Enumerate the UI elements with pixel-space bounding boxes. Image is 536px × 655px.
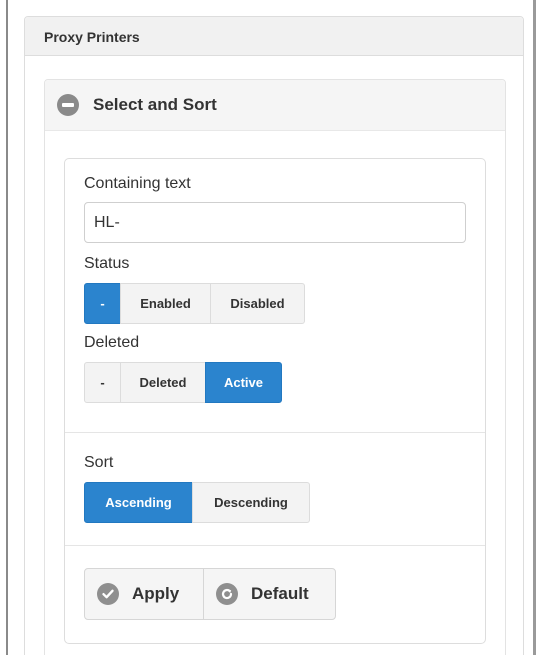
select-sort-accordion: Select and Sort Containing text Status -… [44, 79, 506, 655]
window-left-edge [0, 0, 8, 655]
actions-section: Apply Default [65, 546, 485, 620]
proxy-printers-panel: Proxy Printers Select and Sort Containin… [24, 16, 524, 655]
containing-text-label: Containing text [84, 175, 191, 192]
sort-descending-button[interactable]: Descending [192, 482, 310, 523]
apply-label: Apply [132, 584, 180, 603]
status-label: Status [84, 255, 130, 272]
check-circle-icon [97, 583, 119, 605]
deleted-deleted-button[interactable]: Deleted [120, 362, 206, 403]
status-any-button[interactable]: - [84, 283, 121, 324]
refresh-circle-icon [216, 583, 238, 605]
deleted-any-button[interactable]: - [84, 362, 121, 403]
filter-sort-box: Containing text Status - Enabled Disable… [64, 158, 486, 644]
panel-title: Proxy Printers [25, 17, 523, 56]
accordion-title: Select and Sort [93, 95, 217, 114]
default-button[interactable]: Default [203, 568, 336, 620]
deleted-label: Deleted [84, 334, 140, 351]
status-button-group: - Enabled Disabled [84, 283, 466, 324]
sort-label: Sort [84, 454, 114, 471]
status-disabled-button[interactable]: Disabled [210, 283, 305, 324]
collapse-minus-icon[interactable] [57, 94, 79, 116]
filter-section: Containing text Status - Enabled Disable… [65, 159, 485, 433]
deleted-button-group: - Deleted Active [84, 362, 466, 403]
action-button-group: Apply Default [84, 568, 466, 620]
sort-section: Sort Ascending Descending [65, 433, 485, 546]
accordion-header[interactable]: Select and Sort [45, 80, 505, 131]
containing-text-input[interactable] [84, 202, 466, 243]
apply-button[interactable]: Apply [84, 568, 204, 620]
default-label: Default [251, 584, 309, 603]
sort-ascending-button[interactable]: Ascending [84, 482, 193, 523]
deleted-active-button[interactable]: Active [205, 362, 282, 403]
status-enabled-button[interactable]: Enabled [120, 283, 211, 324]
sort-button-group: Ascending Descending [84, 482, 466, 523]
